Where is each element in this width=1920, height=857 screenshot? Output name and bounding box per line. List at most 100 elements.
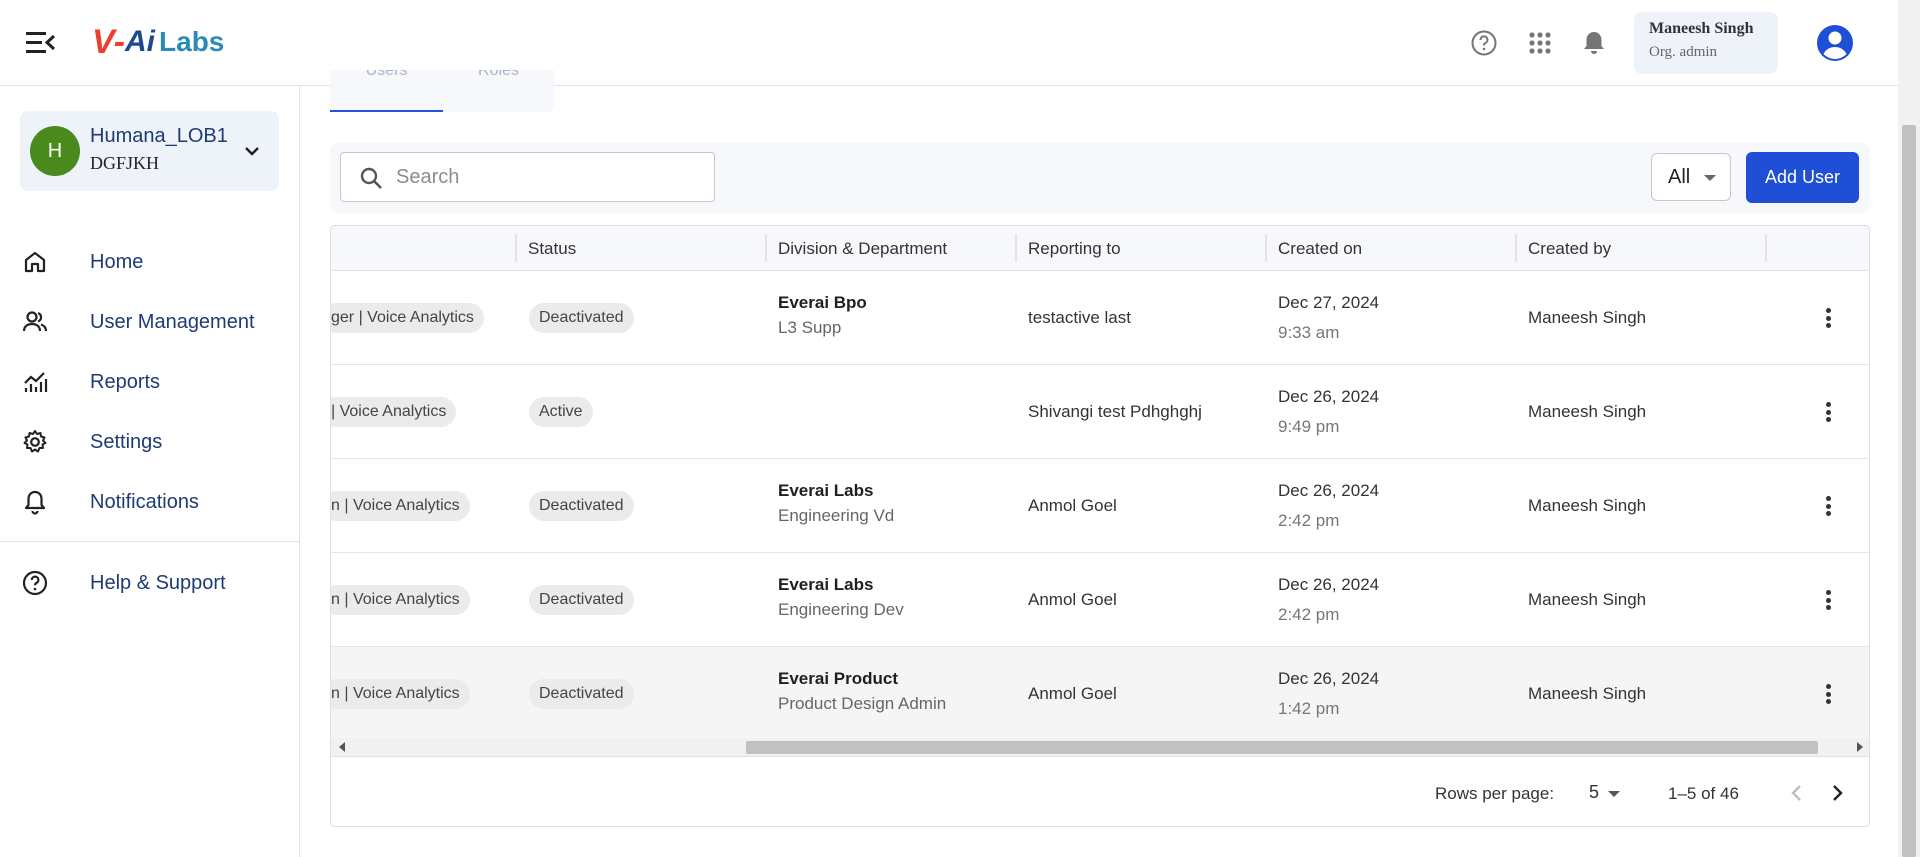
status-badge: Active [529,397,593,427]
users-icon [22,311,48,332]
created-by: Maneesh Singh [1528,308,1647,327]
created-date: Dec 26, 2024 [1278,669,1380,688]
sidebar-item-home[interactable]: Home [0,237,299,285]
sidebar-item-user-management[interactable]: User Management [0,297,299,345]
org-switcher[interactable]: H Humana_LOB1 DGFJKH [20,111,279,191]
col-division-department[interactable]: Division & Department [778,239,947,259]
table-header: Status Division & Department Reporting t… [331,226,1869,271]
row-actions-icon[interactable] [1815,680,1841,708]
reporting-to: testactive last [1028,308,1131,327]
pagination: Rows per page: 5 1–5 of 46 [331,756,1869,826]
role-chip: | Voice Analytics [331,397,457,427]
sidebar-item-label: Home [90,251,144,273]
division-name: Everai Product [778,669,898,688]
created-by: Maneesh Singh [1528,684,1647,703]
tab-label: Users [365,70,408,79]
status-badge: Deactivated [529,491,634,521]
sidebar: H Humana_LOB1 DGFJKH Home User Managemen… [0,86,300,857]
search-icon [360,167,382,189]
tab-label: Roles [478,70,519,79]
search-input[interactable] [396,163,696,191]
column-separator[interactable] [1015,234,1017,262]
apps-grid-icon[interactable] [1526,29,1554,57]
created-time: 2:42 pm [1278,511,1340,530]
tabs-bar: Users Roles [330,70,554,112]
reporting-to: Anmol Goel [1028,590,1117,609]
bell-icon[interactable] [1580,29,1608,57]
col-created-by[interactable]: Created by [1528,239,1611,259]
division-name: Everai Labs [778,575,874,594]
created-date: Dec 27, 2024 [1278,293,1380,312]
logo-v: V [92,22,115,61]
table-row[interactable]: n | Voice Analytics Deactivated Everai P… [331,647,1869,741]
created-by: Maneesh Singh [1528,496,1647,515]
division-name: Everai Bpo [778,293,867,312]
bell-icon [24,490,46,515]
table-toolbar: All Add User [330,143,1870,213]
table-row[interactable]: n | Voice Analytics Deactivated Everai L… [331,553,1869,647]
org-subtitle: DGFJKH [90,153,160,173]
tab-users[interactable]: Users [330,70,443,112]
sidebar-item-reports[interactable]: Reports [0,357,299,405]
account-circle-icon[interactable] [1816,24,1854,62]
created-by: Maneesh Singh [1528,590,1647,609]
org-name: Humana_LOB1 [90,125,228,147]
col-created-on[interactable]: Created on [1278,239,1362,259]
sidebar-item-notifications[interactable]: Notifications [0,477,299,525]
vai-labs-logo[interactable]: V - Ai Labs [92,22,224,62]
row-actions-icon[interactable] [1815,398,1841,426]
page-range: 1–5 of 46 [1668,784,1739,803]
table-row[interactable]: | Voice Analytics Active Shivangi test P… [331,365,1869,459]
reporting-to: Shivangi test Pdhghghj [1028,402,1202,421]
created-time: 2:42 pm [1278,605,1340,624]
logo-dash: - [113,22,125,61]
menu-collapse-icon[interactable] [26,30,56,56]
caret-down-icon[interactable] [1608,791,1620,797]
user-profile-chip[interactable]: Maneesh Singh Org. admin [1634,12,1778,74]
table-row[interactable]: n | Voice Analytics Deactivated Everai L… [331,459,1869,553]
col-status[interactable]: Status [528,239,576,259]
col-reporting-to[interactable]: Reporting to [1028,239,1121,259]
role-chip: n | Voice Analytics [331,585,470,615]
scrollbar-thumb[interactable] [746,741,1818,754]
search-box[interactable] [340,152,715,202]
scroll-left-icon[interactable] [339,742,345,752]
division-name: Everai Labs [778,481,874,500]
help-icon[interactable] [1470,29,1498,57]
row-actions-icon[interactable] [1815,304,1841,332]
status-filter-select[interactable]: All [1651,153,1731,201]
table-row[interactable]: ger | Voice Analytics Deactivated Everai… [331,271,1869,365]
scroll-right-icon[interactable] [1857,742,1863,752]
role-chip: n | Voice Analytics [331,491,470,521]
column-separator[interactable] [515,234,517,262]
filter-value: All [1668,165,1691,188]
horizontal-scrollbar[interactable] [331,738,1869,756]
column-separator[interactable] [1765,234,1767,262]
created-date: Dec 26, 2024 [1278,387,1380,406]
reports-icon [24,372,48,392]
reporting-to: Anmol Goel [1028,496,1117,515]
column-separator[interactable] [765,234,767,262]
row-actions-icon[interactable] [1815,492,1841,520]
role-chip: n | Voice Analytics [331,679,470,709]
tab-roles[interactable]: Roles [443,70,554,112]
column-separator[interactable] [1515,234,1517,262]
column-separator[interactable] [1265,234,1267,262]
department-name: Product Design Admin [778,694,947,713]
add-user-button[interactable]: Add User [1746,152,1859,203]
chevron-left-icon[interactable] [1783,779,1811,807]
row-actions-icon[interactable] [1815,586,1841,614]
department-name: L3 Supp [778,318,842,337]
status-badge: Deactivated [529,303,634,333]
sidebar-item-settings[interactable]: Settings [0,417,299,465]
rows-per-page-select[interactable]: 5 [1589,782,1599,803]
sidebar-item-help-support[interactable]: Help & Support [0,558,299,606]
logo-ai: Ai [125,25,156,58]
chevron-right-icon[interactable] [1823,779,1851,807]
sidebar-item-label: Reports [90,371,161,393]
sidebar-divider [0,541,299,542]
chevron-down-icon[interactable] [240,139,264,163]
role-chip: ger | Voice Analytics [331,303,484,333]
scrollbar-thumb[interactable] [1902,125,1916,857]
vertical-scrollbar[interactable] [1898,0,1920,857]
